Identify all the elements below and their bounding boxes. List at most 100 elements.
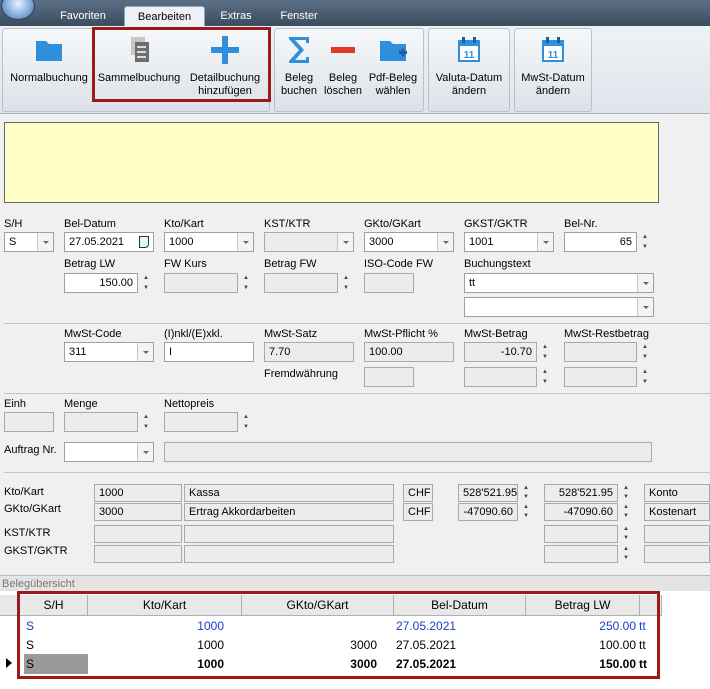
mwst-betrag-field[interactable]: -10.70	[464, 342, 537, 362]
kst-select[interactable]	[264, 232, 354, 252]
chevron-down-icon[interactable]	[137, 343, 153, 361]
info-kto-nr: 1000	[94, 484, 182, 502]
mwst-pflicht-field: 100.00	[364, 342, 454, 362]
info-kto-label: Kto/Kart	[4, 486, 44, 498]
chevron-down-icon[interactable]	[37, 233, 53, 251]
mwst-restbetrag-field[interactable]	[564, 342, 637, 362]
normalbuchung-button[interactable]: Normalbuchung	[6, 30, 92, 104]
gkst-select[interactable]: 1001	[464, 232, 554, 252]
info-gkto-spinner[interactable]: ▲ ▼	[521, 503, 531, 521]
chevron-down-icon[interactable]	[637, 274, 653, 292]
info-gkto-saldo: -47090.60	[458, 503, 518, 521]
bel-nr-label: Bel-Nr.	[564, 218, 598, 230]
kto-label: Kto/Kart	[164, 218, 204, 230]
inkl-exkl-label: (I)nkl/(E)xkl.	[164, 328, 223, 340]
info-kto-spinner-2[interactable]: ▲ ▼	[621, 484, 631, 502]
nettopreis-field[interactable]	[164, 412, 238, 432]
auftrag-nr-label: Auftrag Nr.	[4, 444, 57, 456]
betrag-lw-spinner[interactable]: ▲ ▼	[141, 273, 151, 293]
folder-add-icon	[377, 34, 409, 66]
sigma-icon	[283, 34, 315, 66]
info-kto-currency: CHF	[403, 484, 433, 502]
fw-kurs-field[interactable]	[164, 273, 238, 293]
mwst-code-label: MwSt-Code	[64, 328, 122, 340]
folder-icon	[33, 34, 65, 66]
bel-nr-spinner[interactable]: ▲ ▼	[640, 232, 650, 252]
info-gkto-spinner-2[interactable]: ▲ ▼	[621, 503, 631, 521]
divider	[4, 393, 710, 394]
svg-text:11: 11	[548, 50, 559, 61]
info-kto-name: Kassa	[184, 484, 394, 502]
nettopreis-spinner[interactable]: ▲ ▼	[241, 412, 251, 432]
iso-code-fw-label: ISO-Code FW	[364, 258, 434, 270]
info-gkst-label: GKST/GKTR	[4, 545, 68, 557]
beleg-loeschen-button[interactable]: Beleg löschen	[320, 30, 366, 104]
betrag-fw-spinner[interactable]: ▲ ▼	[341, 273, 351, 293]
buchungstext-select[interactable]: tt	[464, 273, 654, 293]
chevron-down-icon[interactable]	[337, 233, 353, 251]
inkl-exkl-field[interactable]: I	[164, 342, 254, 362]
fw-kurs-spinner[interactable]: ▲ ▼	[241, 273, 251, 293]
tab-bearbeiten[interactable]: Bearbeiten	[124, 6, 205, 26]
info-gkst-spinner[interactable]: ▲ ▼	[621, 545, 631, 563]
beleg-buchen-button[interactable]: Beleg buchen	[277, 30, 321, 104]
fremdwaehrung-label: Fremdwährung	[264, 368, 338, 380]
bel-datum-field[interactable]: 27.05.2021	[64, 232, 154, 252]
betrag-fw-label: Betrag FW	[264, 258, 317, 270]
mwst-restbetrag-fw-field[interactable]	[564, 367, 637, 387]
einh-field[interactable]	[4, 412, 54, 432]
tab-fenster[interactable]: Fenster	[268, 6, 330, 26]
menge-label: Menge	[64, 398, 98, 410]
betrag-fw-field[interactable]	[264, 273, 338, 293]
pdf-beleg-waehlen-button[interactable]: Pdf-Beleg wählen	[366, 30, 420, 104]
chevron-down-icon[interactable]	[437, 233, 453, 251]
mwst-betrag-fw-field[interactable]	[464, 367, 537, 387]
valuta-datum-aendern-button[interactable]: 11 Valuta-Datum ändern	[430, 30, 508, 104]
chevron-down-icon[interactable]	[537, 233, 553, 251]
info-gkto-name: Ertrag Akkordarbeiten	[184, 503, 394, 521]
divider	[4, 472, 710, 473]
fremdwaehrung-field	[364, 367, 414, 387]
gkst-label: GKST/GKTR	[464, 218, 528, 230]
row-pointer-icon	[6, 658, 12, 668]
mwst-betrag-spinner[interactable]: ▲ ▼	[540, 342, 550, 362]
calendar-icon[interactable]	[139, 236, 149, 248]
tab-extras[interactable]: Extras	[210, 6, 262, 26]
info-gkst-nr	[94, 545, 182, 563]
notes-area[interactable]	[4, 122, 659, 203]
highlight-box-ribbon	[92, 27, 271, 102]
info-gkto-label: GKto/GKart	[4, 503, 61, 515]
info-kto-spinner[interactable]: ▲ ▼	[521, 484, 531, 502]
nettopreis-label: Nettopreis	[164, 398, 215, 410]
divider	[4, 323, 710, 324]
buchungstext-select-2[interactable]	[464, 297, 654, 317]
menge-spinner[interactable]: ▲ ▼	[141, 412, 151, 432]
kto-select[interactable]: 1000	[164, 232, 254, 252]
tab-favoriten[interactable]: Favoriten	[48, 6, 118, 26]
chevron-down-icon[interactable]	[237, 233, 253, 251]
menge-field[interactable]	[64, 412, 138, 432]
mwst-restbetrag-fw-spinner[interactable]: ▲ ▼	[640, 367, 650, 387]
mwst-satz-label: MwSt-Satz	[264, 328, 318, 340]
chevron-down-icon[interactable]	[137, 443, 153, 461]
iso-code-fw-field[interactable]	[364, 273, 414, 293]
chevron-down-icon[interactable]	[637, 298, 653, 316]
mwst-betrag-fw-spinner[interactable]: ▲ ▼	[540, 367, 550, 387]
grid-title: Belegübersicht	[0, 575, 710, 591]
bel-nr-field[interactable]: 65	[564, 232, 637, 252]
info-kst-spinner[interactable]: ▲ ▼	[621, 525, 631, 543]
sh-select[interactable]: S	[4, 232, 54, 252]
buchungstext-label: Buchungstext	[464, 258, 531, 270]
minus-icon	[327, 34, 359, 66]
calendar-icon: 11	[453, 34, 485, 66]
auftrag-nr-select[interactable]	[64, 442, 154, 462]
info-kst-type	[644, 525, 710, 543]
mwst-restbetrag-label: MwSt-Restbetrag	[564, 328, 649, 340]
fw-kurs-label: FW Kurs	[164, 258, 207, 270]
mwst-code-select[interactable]: 311	[64, 342, 154, 362]
gkto-label: GKto/GKart	[364, 218, 421, 230]
mwst-datum-aendern-button[interactable]: 11 MwSt-Datum ändern	[515, 30, 591, 104]
betrag-lw-field[interactable]: 150.00	[64, 273, 138, 293]
gkto-select[interactable]: 3000	[364, 232, 454, 252]
mwst-restbetrag-spinner[interactable]: ▲ ▼	[640, 342, 650, 362]
